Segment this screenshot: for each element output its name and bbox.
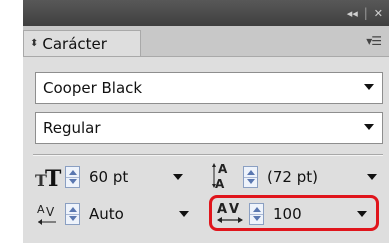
kerning-icon: A V — [33, 199, 63, 229]
close-icon[interactable]: ✕ — [374, 7, 383, 20]
font-size-stepper[interactable] — [65, 166, 80, 188]
panel-titlebar: ◂◂ | ✕ — [23, 0, 389, 26]
tab-strip: ⬍ Carácter ▾☰ — [23, 26, 389, 57]
font-style-value: Regular — [43, 119, 101, 137]
svg-text:A: A — [218, 162, 228, 176]
tab-label: Carácter — [42, 34, 107, 53]
tracking-highlight — [209, 195, 379, 231]
font-size-value: 60 pt — [89, 168, 129, 186]
svg-text:A: A — [215, 177, 225, 191]
leading-value: (72 pt) — [267, 168, 318, 186]
chevron-down-icon[interactable] — [364, 124, 374, 130]
svg-text:T: T — [45, 166, 62, 192]
svg-text:A: A — [37, 203, 45, 216]
panel-menu-icon[interactable]: ▾☰ — [366, 34, 382, 48]
titlebar-separator: | — [363, 6, 368, 20]
chevron-down-icon[interactable] — [179, 211, 189, 217]
character-panel: ◂◂ | ✕ ⬍ Carácter ▾☰ Cooper Black Regula… — [23, 0, 389, 243]
font-size-field[interactable]: 60 pt — [83, 165, 187, 189]
svg-text:V: V — [46, 205, 55, 219]
font-family-dropdown[interactable]: Cooper Black — [35, 72, 383, 104]
collapse-toggle-icon[interactable]: ⬍ — [30, 38, 38, 49]
leading-stepper[interactable] — [243, 166, 258, 188]
tab-character[interactable]: ⬍ Carácter — [23, 30, 141, 56]
chevron-down-icon[interactable] — [364, 84, 374, 90]
divider — [33, 154, 383, 156]
kerning-value: Auto — [89, 205, 124, 223]
font-style-dropdown[interactable]: Regular — [35, 112, 383, 144]
chevron-down-icon[interactable] — [173, 174, 183, 180]
chevron-down-icon[interactable] — [367, 174, 377, 180]
leading-icon: A A — [211, 161, 241, 191]
font-size-icon: T T — [33, 163, 63, 193]
kerning-field[interactable]: Auto — [83, 202, 193, 226]
leading-field[interactable]: (72 pt) — [261, 165, 381, 189]
kerning-stepper[interactable] — [65, 203, 80, 225]
collapse-panel-icon[interactable]: ◂◂ — [347, 7, 358, 20]
font-family-value: Cooper Black — [43, 79, 143, 97]
